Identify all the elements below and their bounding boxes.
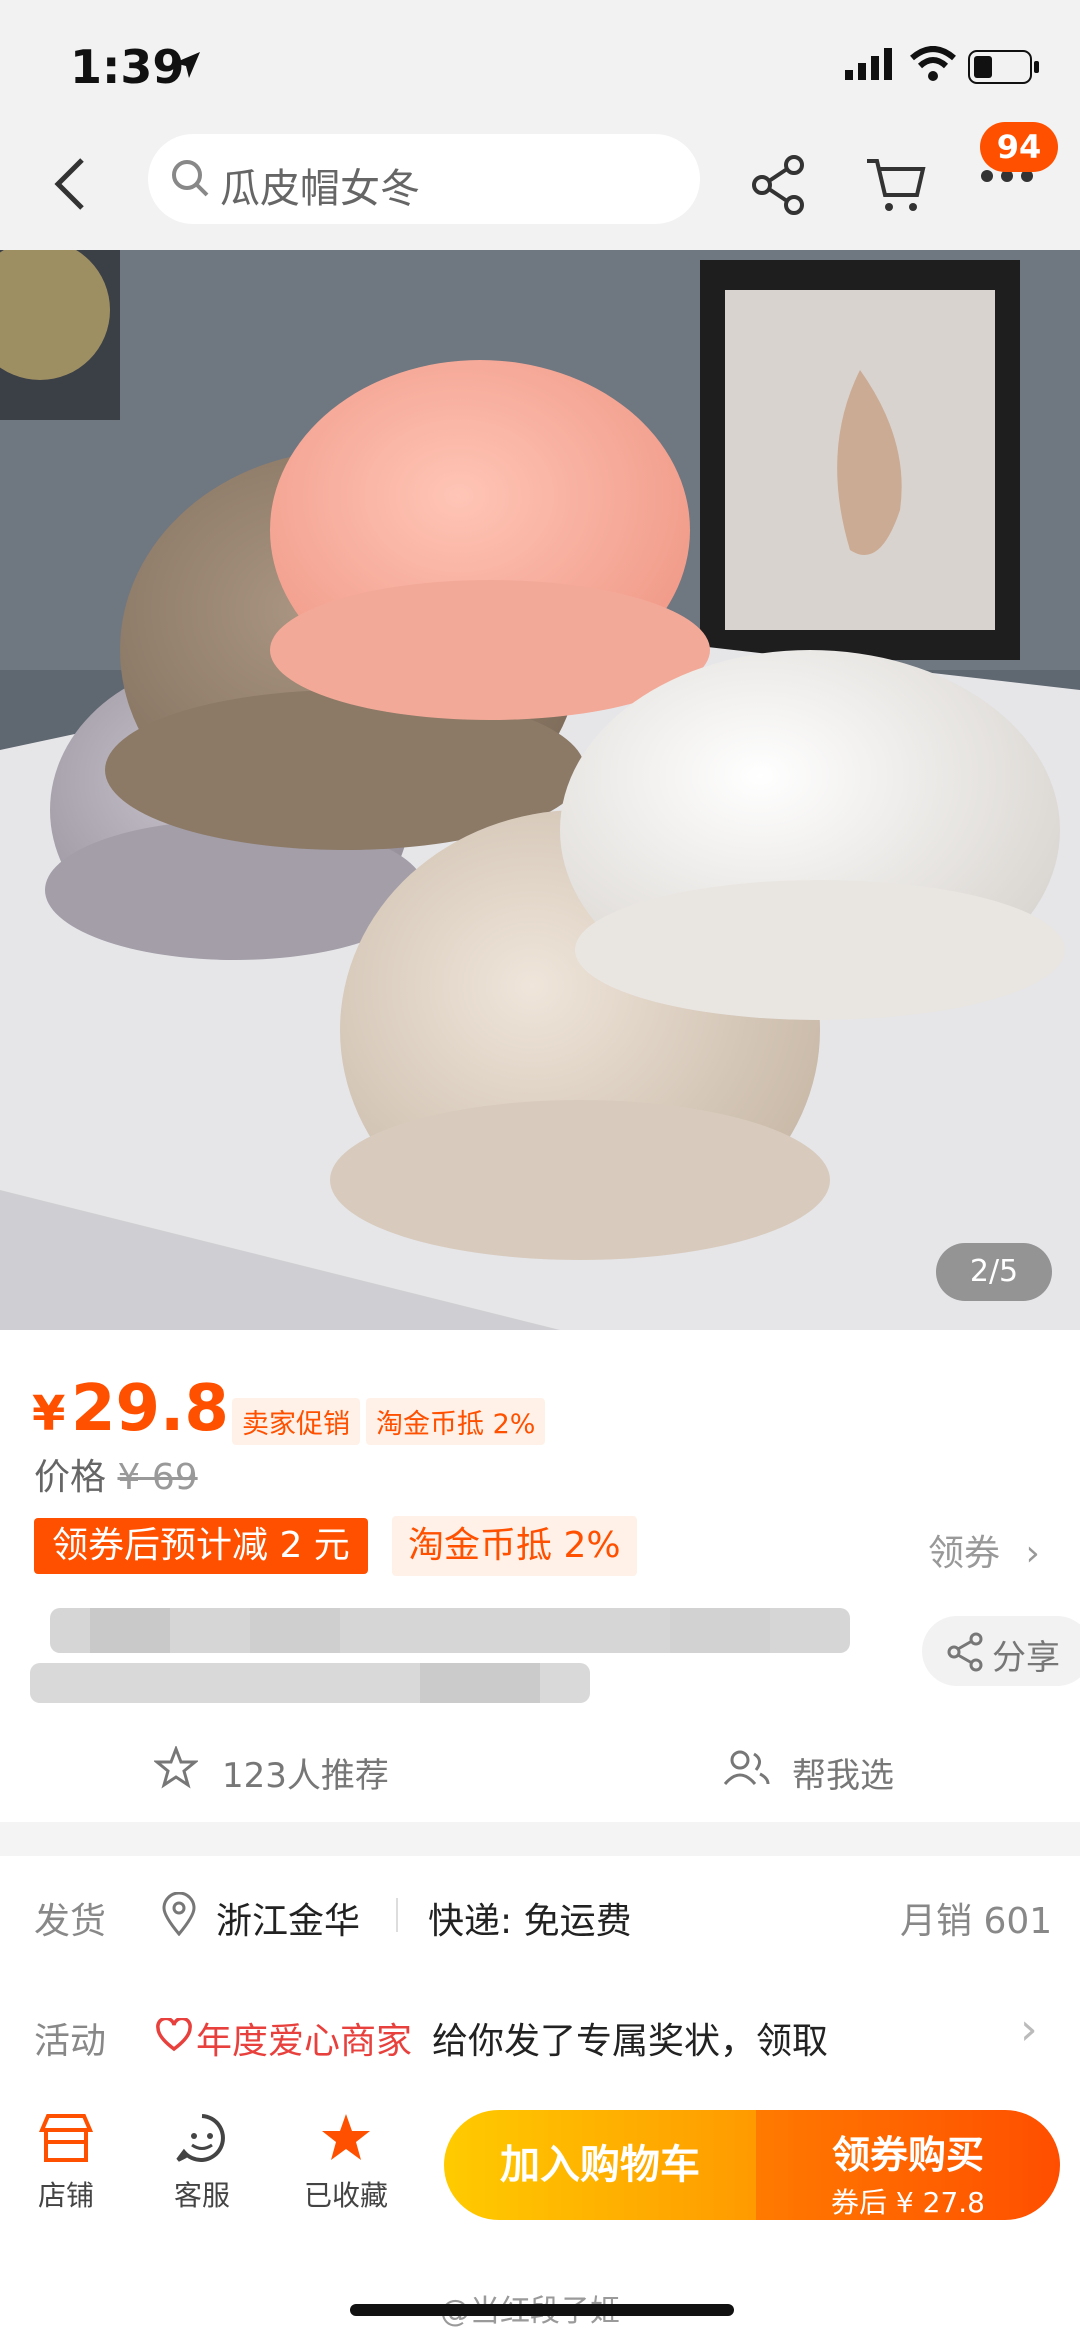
blurred-product-title [30,1608,850,1703]
seller-promo-tag: 卖家促销 [232,1398,360,1445]
price: ¥ 29.8 [32,1372,229,1446]
divider [396,1898,398,1932]
favorite-label: 已收藏 [303,2179,388,2212]
shipping-label: 发货 [34,1901,107,1942]
status-time: 1:39 [70,40,185,94]
buy-with-coupon-button[interactable]: 领券购买 券后 ¥ 27.8 [756,2110,1060,2220]
store-label: 店铺 [37,2179,94,2212]
recommend-count[interactable]: 123人推荐 [222,1748,389,1797]
cart-badge: 94 [980,122,1058,172]
search-bar[interactable]: 瓜皮帽女冬 [148,134,700,224]
price-value: 29.8 [70,1372,229,1446]
share-small-icon [947,1632,983,1672]
service-label: 客服 [173,2179,230,2212]
share-button[interactable]: 分享 [922,1616,1080,1686]
wifi-icon [910,46,956,81]
original-price: 价格 ¥ 69 [34,1448,198,1500]
coin-discount-tag: 淘金币抵 2% [366,1398,546,1445]
search-input[interactable]: 瓜皮帽女冬 [220,156,420,214]
get-coupon-label: 领券 [928,1533,1001,1574]
people-icon [723,1750,770,1785]
home-indicator[interactable] [350,2304,734,2316]
share-label: 分享 [992,1638,1060,1678]
activity-chevron-icon[interactable]: › [1020,2004,1038,2055]
heart-icon [156,2018,192,2052]
activity-text[interactable]: 给你发了专属奖状，领取 [432,2012,828,2064]
image-counter: 2/5 [936,1243,1052,1301]
search-icon [172,160,209,197]
buy-main-label: 领券购买 [831,2133,984,2177]
original-price-label: 价格 [34,1457,107,1498]
battery-icon [968,50,1039,84]
service-button[interactable]: 客服 [142,2112,262,2214]
location-arrow-icon [174,52,200,78]
help-me-choose[interactable]: 帮我选 [792,1748,894,1797]
price-currency: ¥ [32,1386,66,1442]
location-pin-icon [162,1892,196,1936]
coin-offset-badge: 淘金币抵 2% [392,1516,637,1576]
store-button[interactable]: 店铺 [6,2112,126,2214]
product-image[interactable] [0,250,1080,1330]
star-icon [322,2114,370,2160]
signal-icon [845,48,892,80]
cart-icon[interactable] [865,155,927,215]
add-to-cart-button[interactable]: 加入购物车 [444,2110,756,2220]
recommend-icon [154,1746,198,1789]
get-coupon-link[interactable]: 领券 › [928,1524,1040,1576]
activity-highlight[interactable]: 年度爱心商家 [196,2012,412,2064]
buy-sub-label: 券后 ¥ 27.8 [831,2186,985,2219]
product-photo-hats [0,250,1080,1330]
monthly-sales: 月销 601 [900,1901,1053,1942]
share-icon[interactable] [750,155,806,215]
activity-label: 活动 [34,2021,107,2062]
customer-service-icon [176,2114,225,2162]
chevron-right-icon: › [1025,1533,1040,1574]
original-price-value: ¥ 69 [117,1457,198,1498]
store-icon [38,2114,94,2162]
coupon-estimate-badge[interactable]: 领券后预计减 2 元 [34,1518,368,1574]
favorite-button[interactable]: 已收藏 [286,2112,406,2214]
express-fee: 快递: 免运费 [428,1901,632,1942]
ship-from: 浙江金华 [216,1901,361,1942]
back-arrow-icon[interactable] [52,156,86,212]
